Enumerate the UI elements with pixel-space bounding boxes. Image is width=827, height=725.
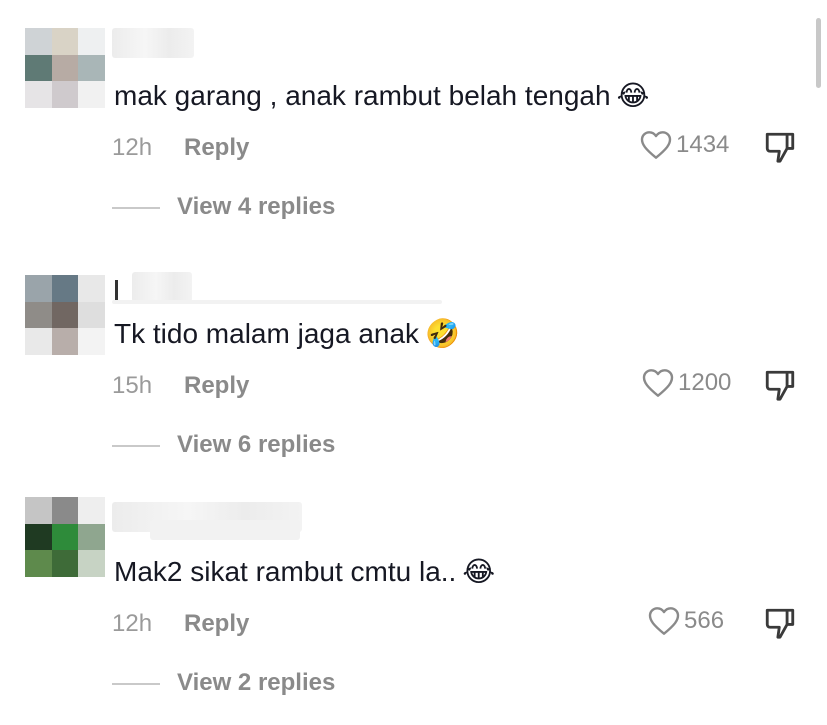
rolling-on-floor-laughing-icon: 🤣: [425, 317, 460, 350]
heart-outline-icon: [648, 607, 680, 635]
reply-button[interactable]: Reply: [184, 610, 249, 638]
divider-line: [112, 445, 160, 447]
timestamp: 12h: [112, 610, 153, 637]
divider-line: [112, 683, 160, 685]
comment-text: Mak2 sikat rambut cmtu la.. 😂: [114, 556, 495, 588]
comment-text-content: Tk tido malam jaga anak: [114, 318, 420, 349]
timestamp: 15h: [112, 372, 153, 399]
username-initial: [115, 280, 118, 302]
thumbs-down-outline-icon[interactable]: [762, 606, 798, 640]
username[interactable]: [132, 272, 192, 302]
reply-button[interactable]: Reply: [184, 372, 249, 400]
view-replies-button[interactable]: View 6 replies: [177, 431, 335, 459]
avatar[interactable]: [25, 275, 105, 355]
like-button[interactable]: 566: [648, 606, 724, 636]
avatar[interactable]: [25, 497, 105, 577]
thumbs-down-outline-icon[interactable]: [762, 368, 798, 402]
username-underline: [112, 300, 442, 304]
like-count: 1200: [678, 369, 732, 396]
view-replies-button[interactable]: View 2 replies: [177, 669, 335, 697]
comment-item: Mak2 sikat rambut cmtu la.. 😂 12h Reply …: [0, 0, 827, 696]
username-secondary: [150, 520, 300, 540]
like-button[interactable]: 1200: [642, 368, 731, 398]
comment-text: Tk tido malam jaga anak 🤣: [114, 318, 460, 350]
heart-outline-icon: [642, 369, 674, 397]
face-with-tears-of-joy-icon: 😂: [462, 555, 496, 588]
comment-text-content: Mak2 sikat rambut cmtu la..: [114, 556, 457, 587]
like-count: 566: [684, 607, 725, 634]
